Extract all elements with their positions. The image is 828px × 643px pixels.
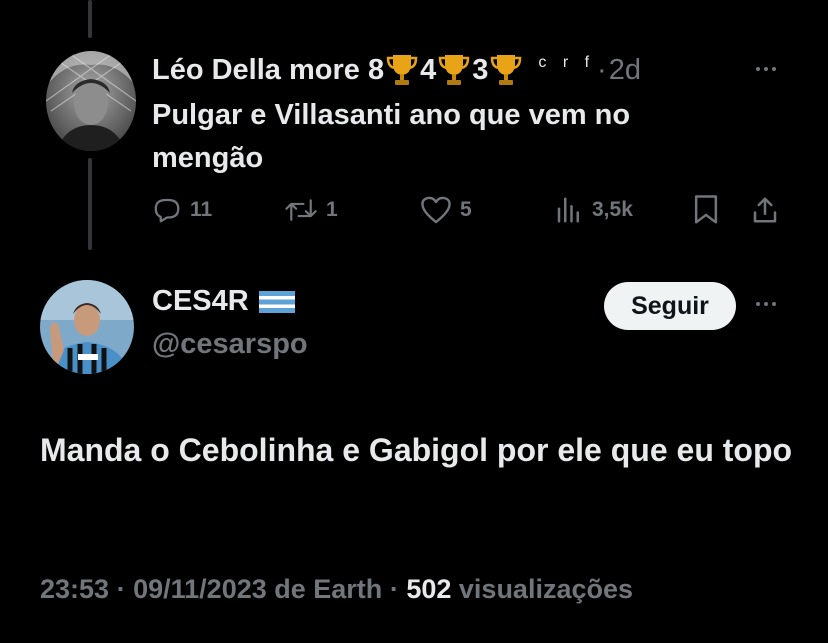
thread-line-bottom (88, 158, 92, 250)
views-count: 502 (406, 574, 452, 604)
avatar[interactable] (40, 280, 134, 374)
repost-icon (285, 199, 317, 221)
reply-author-name[interactable]: Léo Della more 8 (152, 54, 384, 87)
reply-icon (154, 198, 180, 223)
tweet-text: Manda o Cebolinha e Gabigol por ele que … (40, 432, 793, 468)
author-line[interactable]: CES4R (152, 285, 295, 318)
trophy-icon (491, 55, 522, 85)
bookmark-icon (694, 195, 718, 224)
repost-button[interactable]: 1 (284, 190, 338, 230)
reply-author-suffix: c r f (538, 54, 596, 71)
trophy-icon (438, 55, 470, 85)
reply-author-line[interactable]: Léo Della more 8 4 3 c r f · 2d (152, 50, 641, 90)
reply-text: Pulgar e Villasanti ano que vem no mengã… (152, 99, 631, 174)
tweet-meta: 23:53 · 09/11/2023 de Earth · 502 visual… (40, 574, 633, 605)
views-label[interactable]: visualizações (459, 574, 633, 604)
more-icon[interactable] (756, 67, 776, 71)
views-count: 3,5k (592, 198, 633, 221)
reply-button[interactable]: 11 (152, 190, 212, 230)
more-icon[interactable] (756, 302, 776, 306)
avatar[interactable] (46, 51, 136, 151)
like-button[interactable]: 5 (420, 190, 472, 230)
tweet-time[interactable]: 23:53 (40, 574, 109, 604)
bookmark-button[interactable] (692, 190, 720, 230)
views-button[interactable]: 3,5k (554, 190, 633, 230)
share-icon (753, 197, 777, 223)
reply-timestamp[interactable]: 2d (609, 54, 641, 87)
separator-dot: · (116, 574, 126, 604)
thread-line-top (88, 0, 92, 38)
separator-dot: · (389, 574, 399, 604)
author-name[interactable]: CES4R (152, 285, 249, 318)
trophy-icon (386, 55, 418, 85)
tweet-date[interactable]: 09/11/2023 (133, 574, 267, 604)
reply-count: 11 (190, 198, 213, 221)
tweet-source: de Earth (274, 574, 383, 604)
like-icon (421, 196, 451, 224)
repost-count: 1 (326, 198, 338, 221)
follow-button[interactable]: Seguir (604, 282, 736, 330)
reply-author-count-b: 3 (472, 53, 489, 86)
separator-dot: · (597, 53, 607, 86)
views-icon (557, 197, 579, 223)
author-handle[interactable]: @cesarspo (152, 328, 308, 361)
share-button[interactable] (750, 190, 780, 230)
flag-icon (258, 290, 295, 313)
reply-actions: 11 1 5 3,5k (152, 190, 792, 230)
like-count: 5 (460, 198, 472, 221)
reply-author-count-a: 4 (420, 53, 437, 86)
